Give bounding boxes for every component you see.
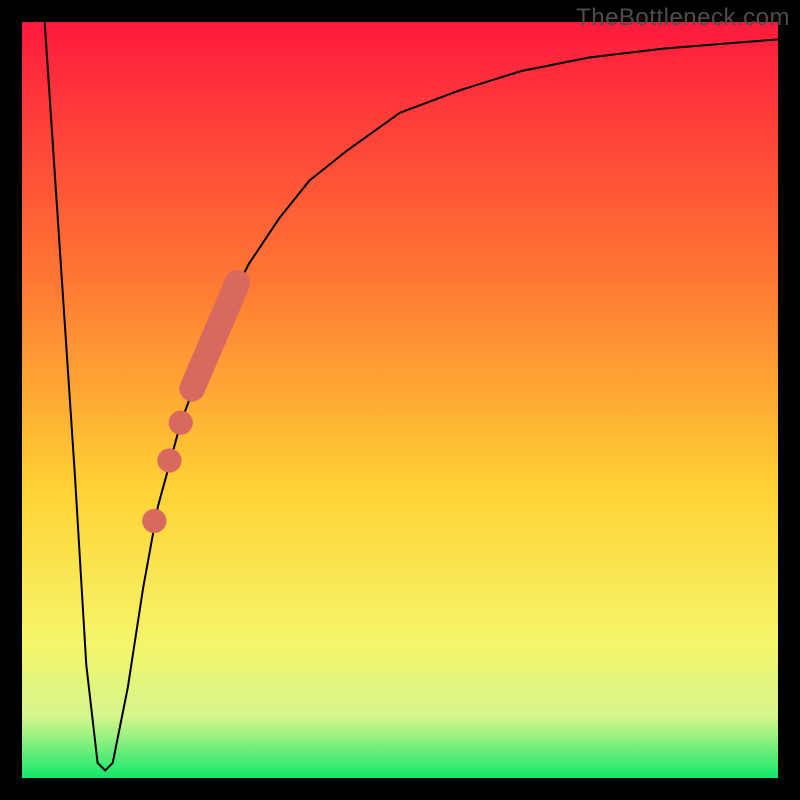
gradient-background xyxy=(22,22,778,778)
marker-dot3 xyxy=(142,509,166,533)
plot-area xyxy=(22,22,778,778)
chart-frame: TheBottleneck.com xyxy=(0,0,800,800)
watermark-text: TheBottleneck.com xyxy=(576,4,790,32)
marker-dot2 xyxy=(157,448,181,472)
marker-dot1 xyxy=(169,411,193,435)
chart-svg xyxy=(22,22,778,778)
